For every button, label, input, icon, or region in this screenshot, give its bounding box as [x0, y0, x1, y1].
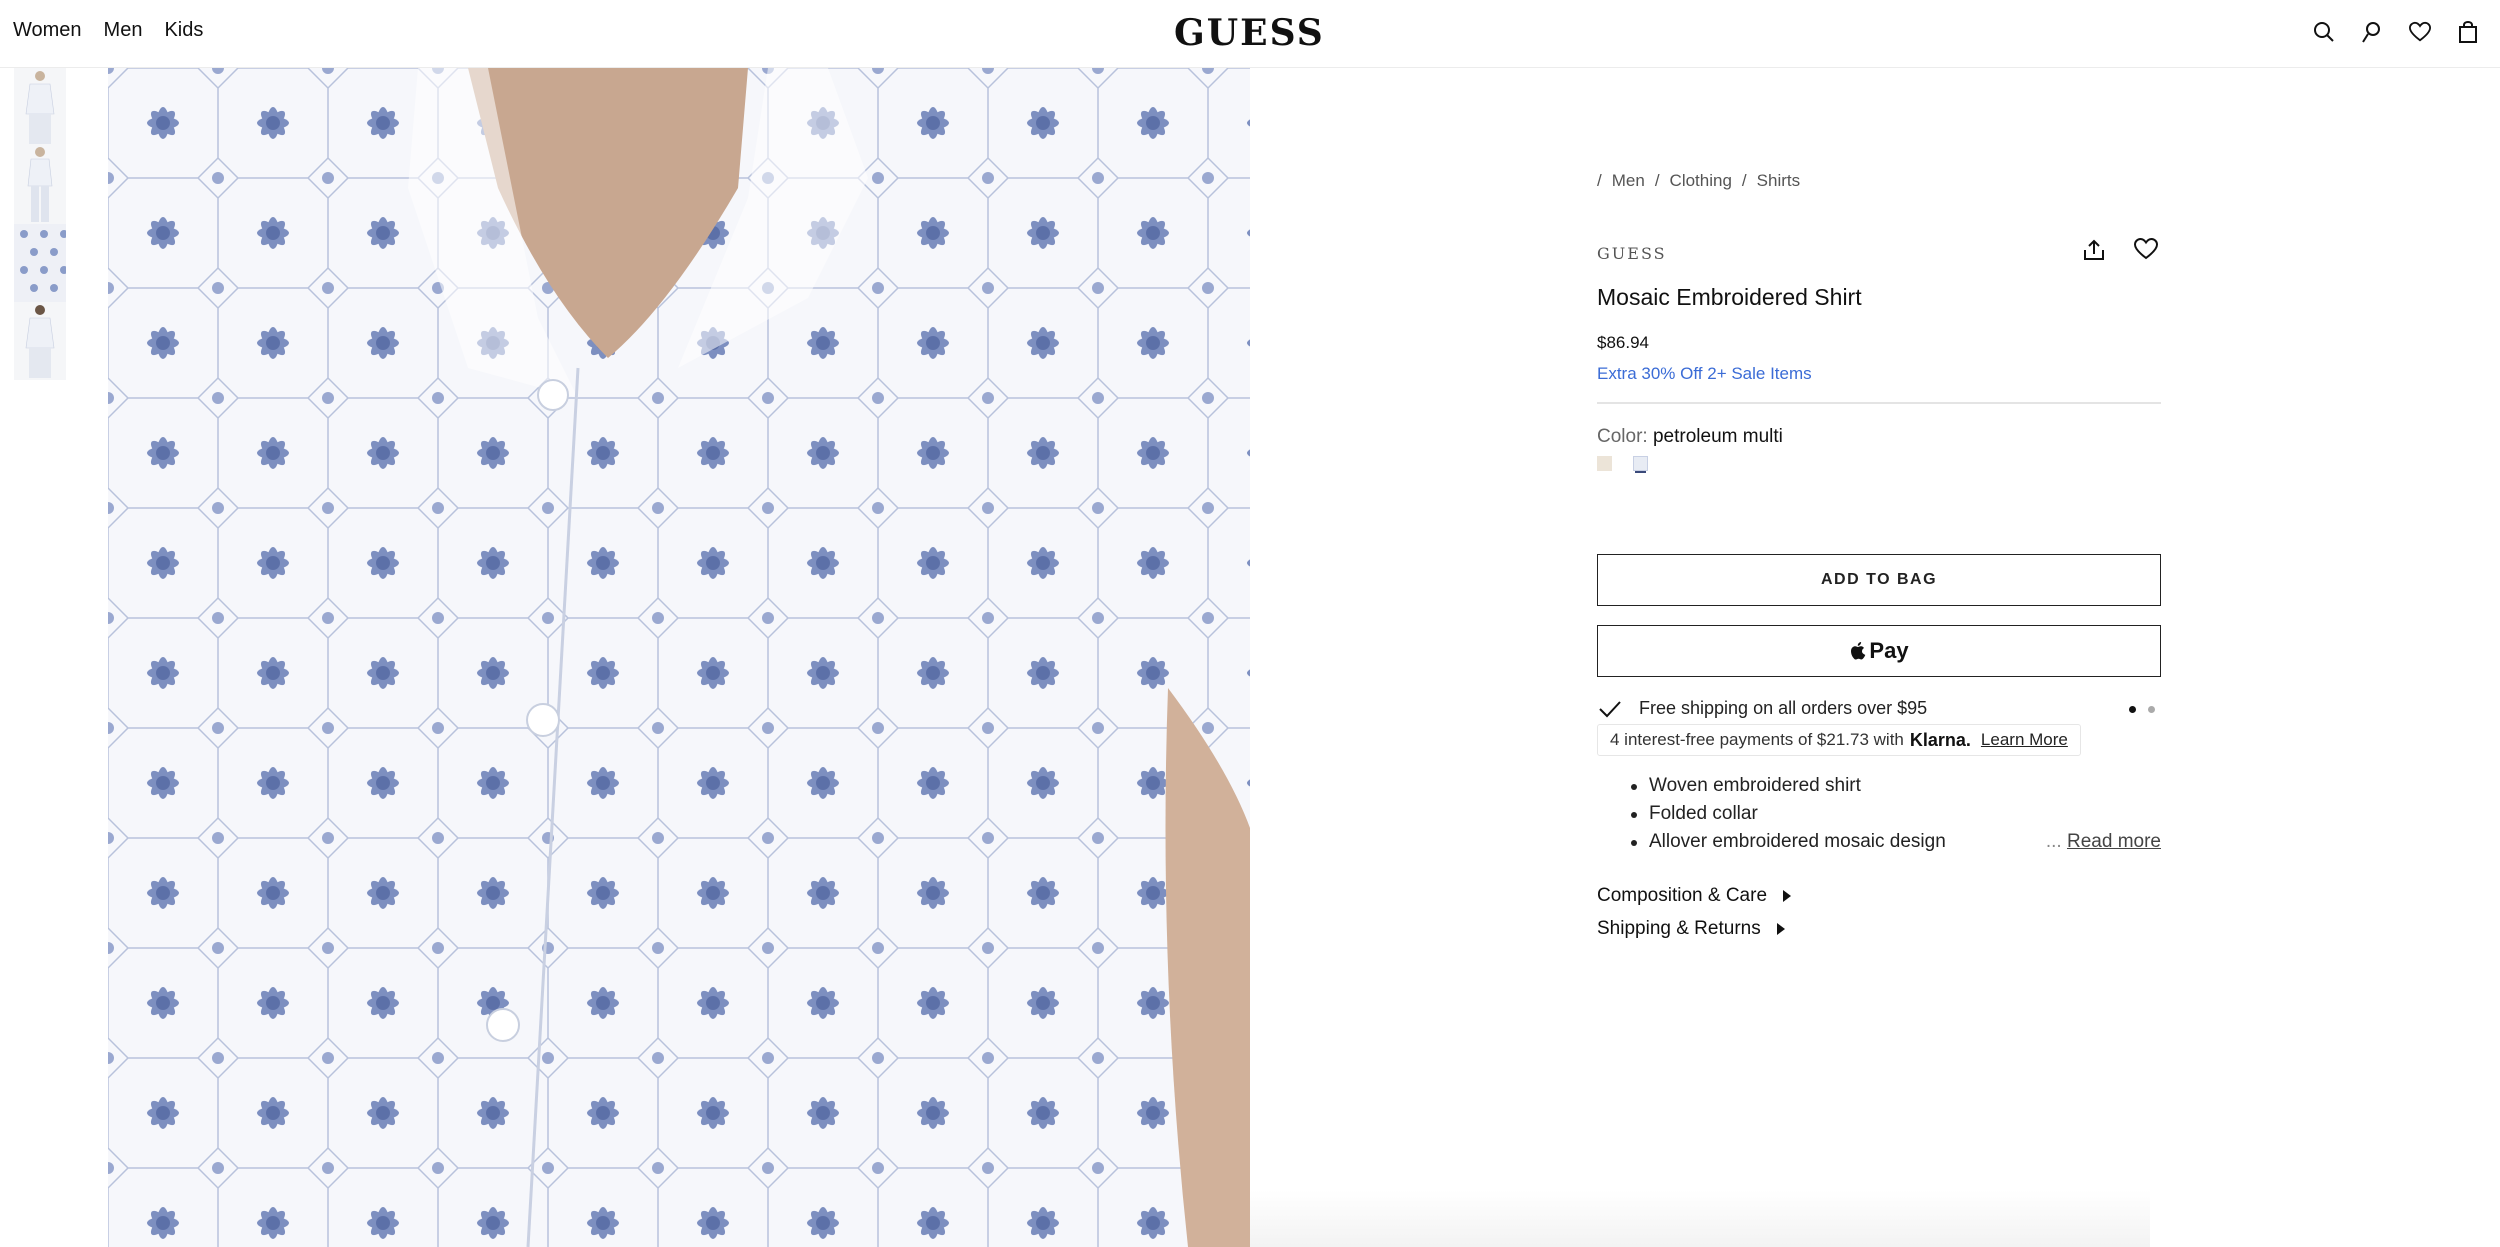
color-value: petroleum multi [1652, 426, 1783, 447]
expand-arrow-icon [1776, 923, 1785, 935]
main-product-image[interactable] [108, 68, 1250, 1247]
add-to-wishlist-icon[interactable] [2133, 237, 2159, 265]
thumbnail-back[interactable] [14, 302, 66, 380]
expand-arrow-icon [1783, 890, 1792, 902]
klarna-learn-more-link[interactable]: Learn More [1981, 730, 2068, 750]
breadcrumb-separator: / [1741, 171, 1747, 190]
bag-icon[interactable] [2456, 20, 2480, 44]
accordion-label: Shipping & Returns [1597, 918, 1761, 939]
search-icon[interactable] [2312, 20, 2336, 44]
shipping-banner: Free shipping on all orders over $95 [1597, 698, 2161, 719]
breadcrumb-men[interactable]: Men [1612, 171, 1645, 191]
accordion-label: Composition & Care [1597, 885, 1768, 906]
feature-item: Woven embroidered shirt [1631, 774, 1946, 797]
account-icon[interactable] [2360, 20, 2384, 44]
swatch-petroleum-multi[interactable] [1633, 456, 1648, 471]
checkmark-icon [1597, 699, 1623, 719]
klarna-logo: Klarna. [1909, 729, 1971, 750]
color-label: Color: [1597, 426, 1648, 447]
product-title: Mosaic Embroidered Shirt [1597, 284, 1862, 310]
site-header: Women Men Kids GUESS [0, 0, 2500, 68]
thumbnail-front-alt[interactable] [14, 146, 66, 224]
breadcrumb: / Men / Clothing / Shirts [1597, 171, 1800, 191]
color-swatches [1597, 456, 1648, 471]
wishlist-icon[interactable] [2408, 20, 2432, 44]
add-to-bag-button[interactable]: ADD TO BAG [1597, 554, 2161, 606]
banner-pagination [2129, 706, 2155, 713]
feature-item: Folded collar [1631, 802, 1946, 825]
main-nav: Women Men Kids [13, 19, 203, 42]
promo-message[interactable]: Extra 30% Off 2+ Sale Items [1597, 364, 1812, 384]
site-logo[interactable]: GUESS [1174, 12, 1325, 54]
thumbnail-strip [14, 68, 66, 380]
header-actions [2312, 20, 2480, 44]
klarna-text: 4 interest-free payments of $21.73 with [1610, 730, 1904, 749]
apple-pay-label: Pay [1869, 638, 1909, 663]
read-more-link[interactable]: Read more [2067, 831, 2161, 852]
thumbnail-fabric-detail[interactable] [14, 224, 66, 302]
product-brand: GUESS [1597, 244, 1667, 263]
product-price: $86.94 [1597, 333, 1649, 352]
nav-men[interactable]: Men [104, 19, 143, 42]
pagination-dot-active[interactable] [2129, 706, 2136, 713]
share-icon[interactable] [2082, 238, 2106, 267]
feature-list: Woven embroidered shirt Folded collar Al… [1631, 774, 1946, 858]
breadcrumb-clothing[interactable]: Clothing [1670, 171, 1732, 191]
accordion-composition-care[interactable]: Composition & Care [1597, 885, 1792, 907]
swatch-cream[interactable] [1597, 456, 1612, 471]
divider [1597, 402, 2161, 404]
feature-item: Allover embroidered mosaic design [1631, 831, 1946, 852]
klarna-message: 4 interest-free payments of $21.73 with … [1597, 724, 2081, 756]
breadcrumb-separator: / [1597, 171, 1602, 190]
apple-pay-button[interactable]: Pay [1597, 625, 2161, 677]
nav-kids[interactable]: Kids [164, 19, 203, 42]
read-more-ellipsis: ... [2045, 831, 2062, 852]
apple-icon [1849, 640, 1867, 662]
color-selector-label: Color: petroleum multi [1597, 426, 1783, 448]
breadcrumb-shirts[interactable]: Shirts [1757, 171, 1800, 191]
pagination-dot[interactable] [2148, 706, 2155, 713]
nav-women[interactable]: Women [13, 19, 82, 42]
breadcrumb-separator: / [1654, 171, 1660, 190]
thumbnail-front[interactable] [14, 68, 66, 146]
read-more: ... Read more [2046, 831, 2161, 853]
bottom-shadow [1250, 1190, 2150, 1247]
shipping-text: Free shipping on all orders over $95 [1639, 698, 1928, 718]
accordion-shipping-returns[interactable]: Shipping & Returns [1597, 918, 1785, 940]
